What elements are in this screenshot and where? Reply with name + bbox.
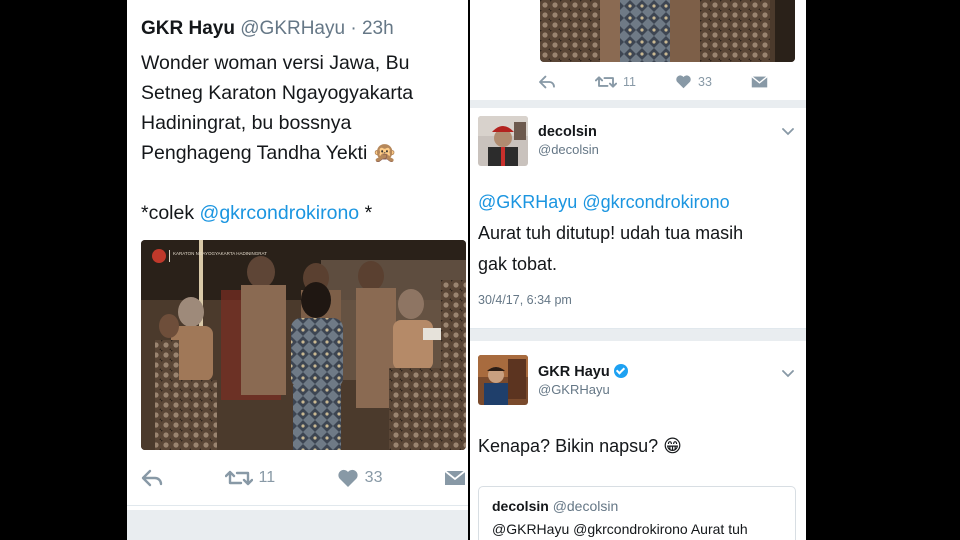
feed-gap (470, 329, 806, 341)
dm-button[interactable] (751, 75, 768, 89)
reply-icon (141, 469, 163, 487)
quoted-text: @GKRHayu @gkrcondrokirono Aurat tuh (492, 521, 748, 537)
colek-line: *colek @gkrcondrokirono * (141, 198, 463, 228)
heart-icon (676, 75, 691, 89)
photo-image (540, 0, 795, 62)
tweet-timestamp[interactable]: · 23h (350, 18, 393, 39)
tweet-line: Penghageng Tandha Yekti 🙊 (141, 142, 397, 164)
avatar-decolsin[interactable] (478, 116, 528, 166)
mention-line: @GKRHayu @gkrcondrokirono (478, 187, 798, 218)
dm-button[interactable] (444, 469, 466, 487)
reply-author-handle[interactable]: @decolsin (538, 142, 599, 157)
retweet-icon (224, 470, 253, 486)
right-thread-panel: 11 33 decolsin @decolsin @GKRHayu @gkrco… (470, 0, 806, 540)
reply-line: gak tobat. (478, 254, 558, 274)
chevron-down-icon[interactable] (782, 370, 794, 378)
reply-line: Aurat tuh ditutup! udah tua masih (478, 223, 744, 243)
reply-author-name[interactable]: GKR Hayu (538, 364, 610, 380)
author-handle[interactable]: @GKRHayu (240, 18, 345, 39)
colek-prefix: *colek (141, 202, 200, 224)
avatar-gkr-hayu[interactable] (478, 355, 528, 405)
divider (127, 505, 468, 506)
retweet-count: 11 (623, 74, 637, 89)
heart-icon (338, 469, 358, 487)
tweet-line: Hadiningrat, bu bossnya (141, 112, 352, 134)
like-count: 33 (698, 74, 712, 89)
reply-text: @GKRHayu @gkrcondrokirono Aurat tuh ditu… (478, 187, 798, 280)
reply-icon (539, 75, 555, 88)
reply-author-name[interactable]: decolsin (538, 124, 597, 140)
tweet-line: Wonder woman versi Jawa, Bu (141, 52, 410, 74)
mention-link[interactable]: @GKRHayu (478, 192, 577, 212)
left-tweet-panel: GKR Hayu @GKRHayu · 23h Wonder woman ver… (127, 0, 468, 540)
reply-author-handle[interactable]: @GKRHayu (538, 382, 610, 397)
quoted-header: decolsin @decolsin (492, 498, 618, 514)
envelope-icon (751, 75, 768, 87)
author-name[interactable]: GKR Hayu (141, 18, 235, 39)
tweet-photo-top[interactable] (540, 0, 795, 62)
tweet-header: GKR Hayu @GKRHayu · 23h (141, 18, 394, 40)
like-button[interactable]: 33 (675, 74, 712, 89)
tweet-actions: 11 33 (538, 74, 768, 89)
chevron-down-icon[interactable] (782, 128, 794, 136)
mention-link[interactable]: @gkrcondrokirono (582, 192, 729, 212)
reply-text: Kenapa? Bikin napsu? 😁 (478, 431, 798, 462)
tweet-line: Setneg Karaton Ngayogyakarta (141, 82, 414, 104)
tweet-text: Wonder woman versi Jawa, Bu Setneg Karat… (141, 48, 463, 228)
quoted-author-handle: @decolsin (552, 498, 619, 514)
feed-gap (470, 100, 806, 108)
mention-link[interactable]: @gkrcondrokirono (200, 202, 360, 224)
reply-author-name-line: GKR Hayu (538, 364, 628, 380)
tweet-photo[interactable]: KARATON NGAYOGYAKARTA HADININGRAT (141, 240, 466, 450)
retweet-button[interactable]: 11 (595, 75, 636, 89)
like-count: 33 (364, 469, 383, 486)
quoted-tweet[interactable]: decolsin @decolsin @GKRHayu @gkrcondroki… (478, 486, 796, 540)
tweet-actions: 11 33 (141, 468, 466, 488)
envelope-icon (444, 470, 466, 485)
like-button[interactable]: 33 (337, 468, 383, 488)
reply-timestamp[interactable]: 30/4/17, 6:34 pm (478, 293, 572, 307)
reply-line: Kenapa? Bikin napsu? 😁 (478, 436, 682, 456)
retweet-count: 11 (258, 469, 276, 486)
photo-watermark: KARATON NGAYOGYAKARTA HADININGRAT (173, 251, 267, 256)
feed-gap (127, 510, 468, 540)
colek-suffix: * (359, 202, 373, 224)
retweet-icon (595, 75, 618, 88)
avatar-image (478, 116, 528, 166)
photo-image: KARATON NGAYOGYAKARTA HADININGRAT (141, 240, 466, 450)
quoted-author-name: decolsin (492, 498, 549, 514)
reply-button[interactable] (141, 469, 163, 487)
retweet-button[interactable]: 11 (224, 469, 276, 487)
verified-badge-icon (613, 364, 628, 378)
reply-button[interactable] (538, 75, 556, 89)
avatar-image (478, 355, 528, 405)
